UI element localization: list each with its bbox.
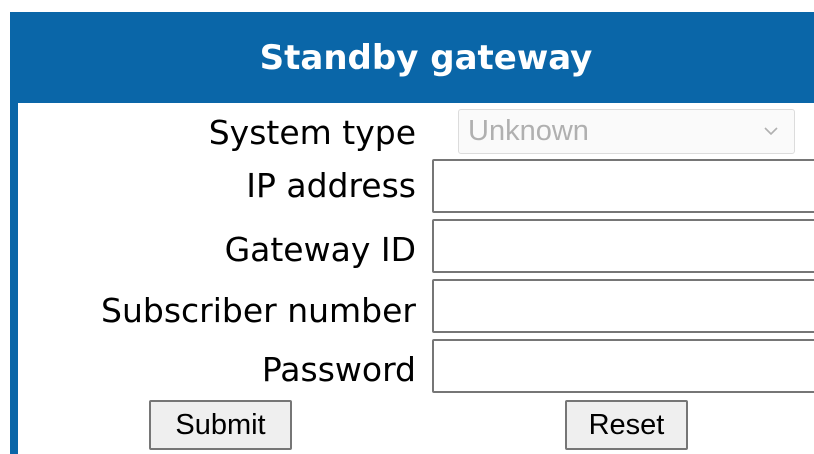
gateway-id-label: Gateway ID: [224, 230, 416, 269]
chevron-down-icon: [764, 127, 778, 136]
panel-header: Standby gateway: [18, 12, 814, 103]
panel-title: Standby gateway: [259, 37, 593, 78]
system-type-label: System type: [208, 113, 416, 152]
gateway-id-field[interactable]: [432, 219, 814, 273]
password-label: Password: [261, 350, 416, 389]
standby-gateway-panel: Standby gateway System type Unknown IP a…: [10, 12, 814, 454]
submit-button[interactable]: Submit: [149, 400, 292, 450]
ip-address-field[interactable]: [432, 159, 814, 213]
ip-address-label: IP address: [246, 166, 416, 205]
subscriber-number-field[interactable]: [432, 279, 814, 333]
system-type-selected-value: Unknown: [468, 115, 589, 147]
password-field[interactable]: [432, 339, 814, 393]
system-type-select[interactable]: Unknown: [458, 109, 795, 154]
subscriber-number-label: Subscriber number: [101, 291, 416, 330]
page: Standby gateway System type Unknown IP a…: [0, 0, 814, 454]
reset-button[interactable]: Reset: [565, 400, 688, 450]
